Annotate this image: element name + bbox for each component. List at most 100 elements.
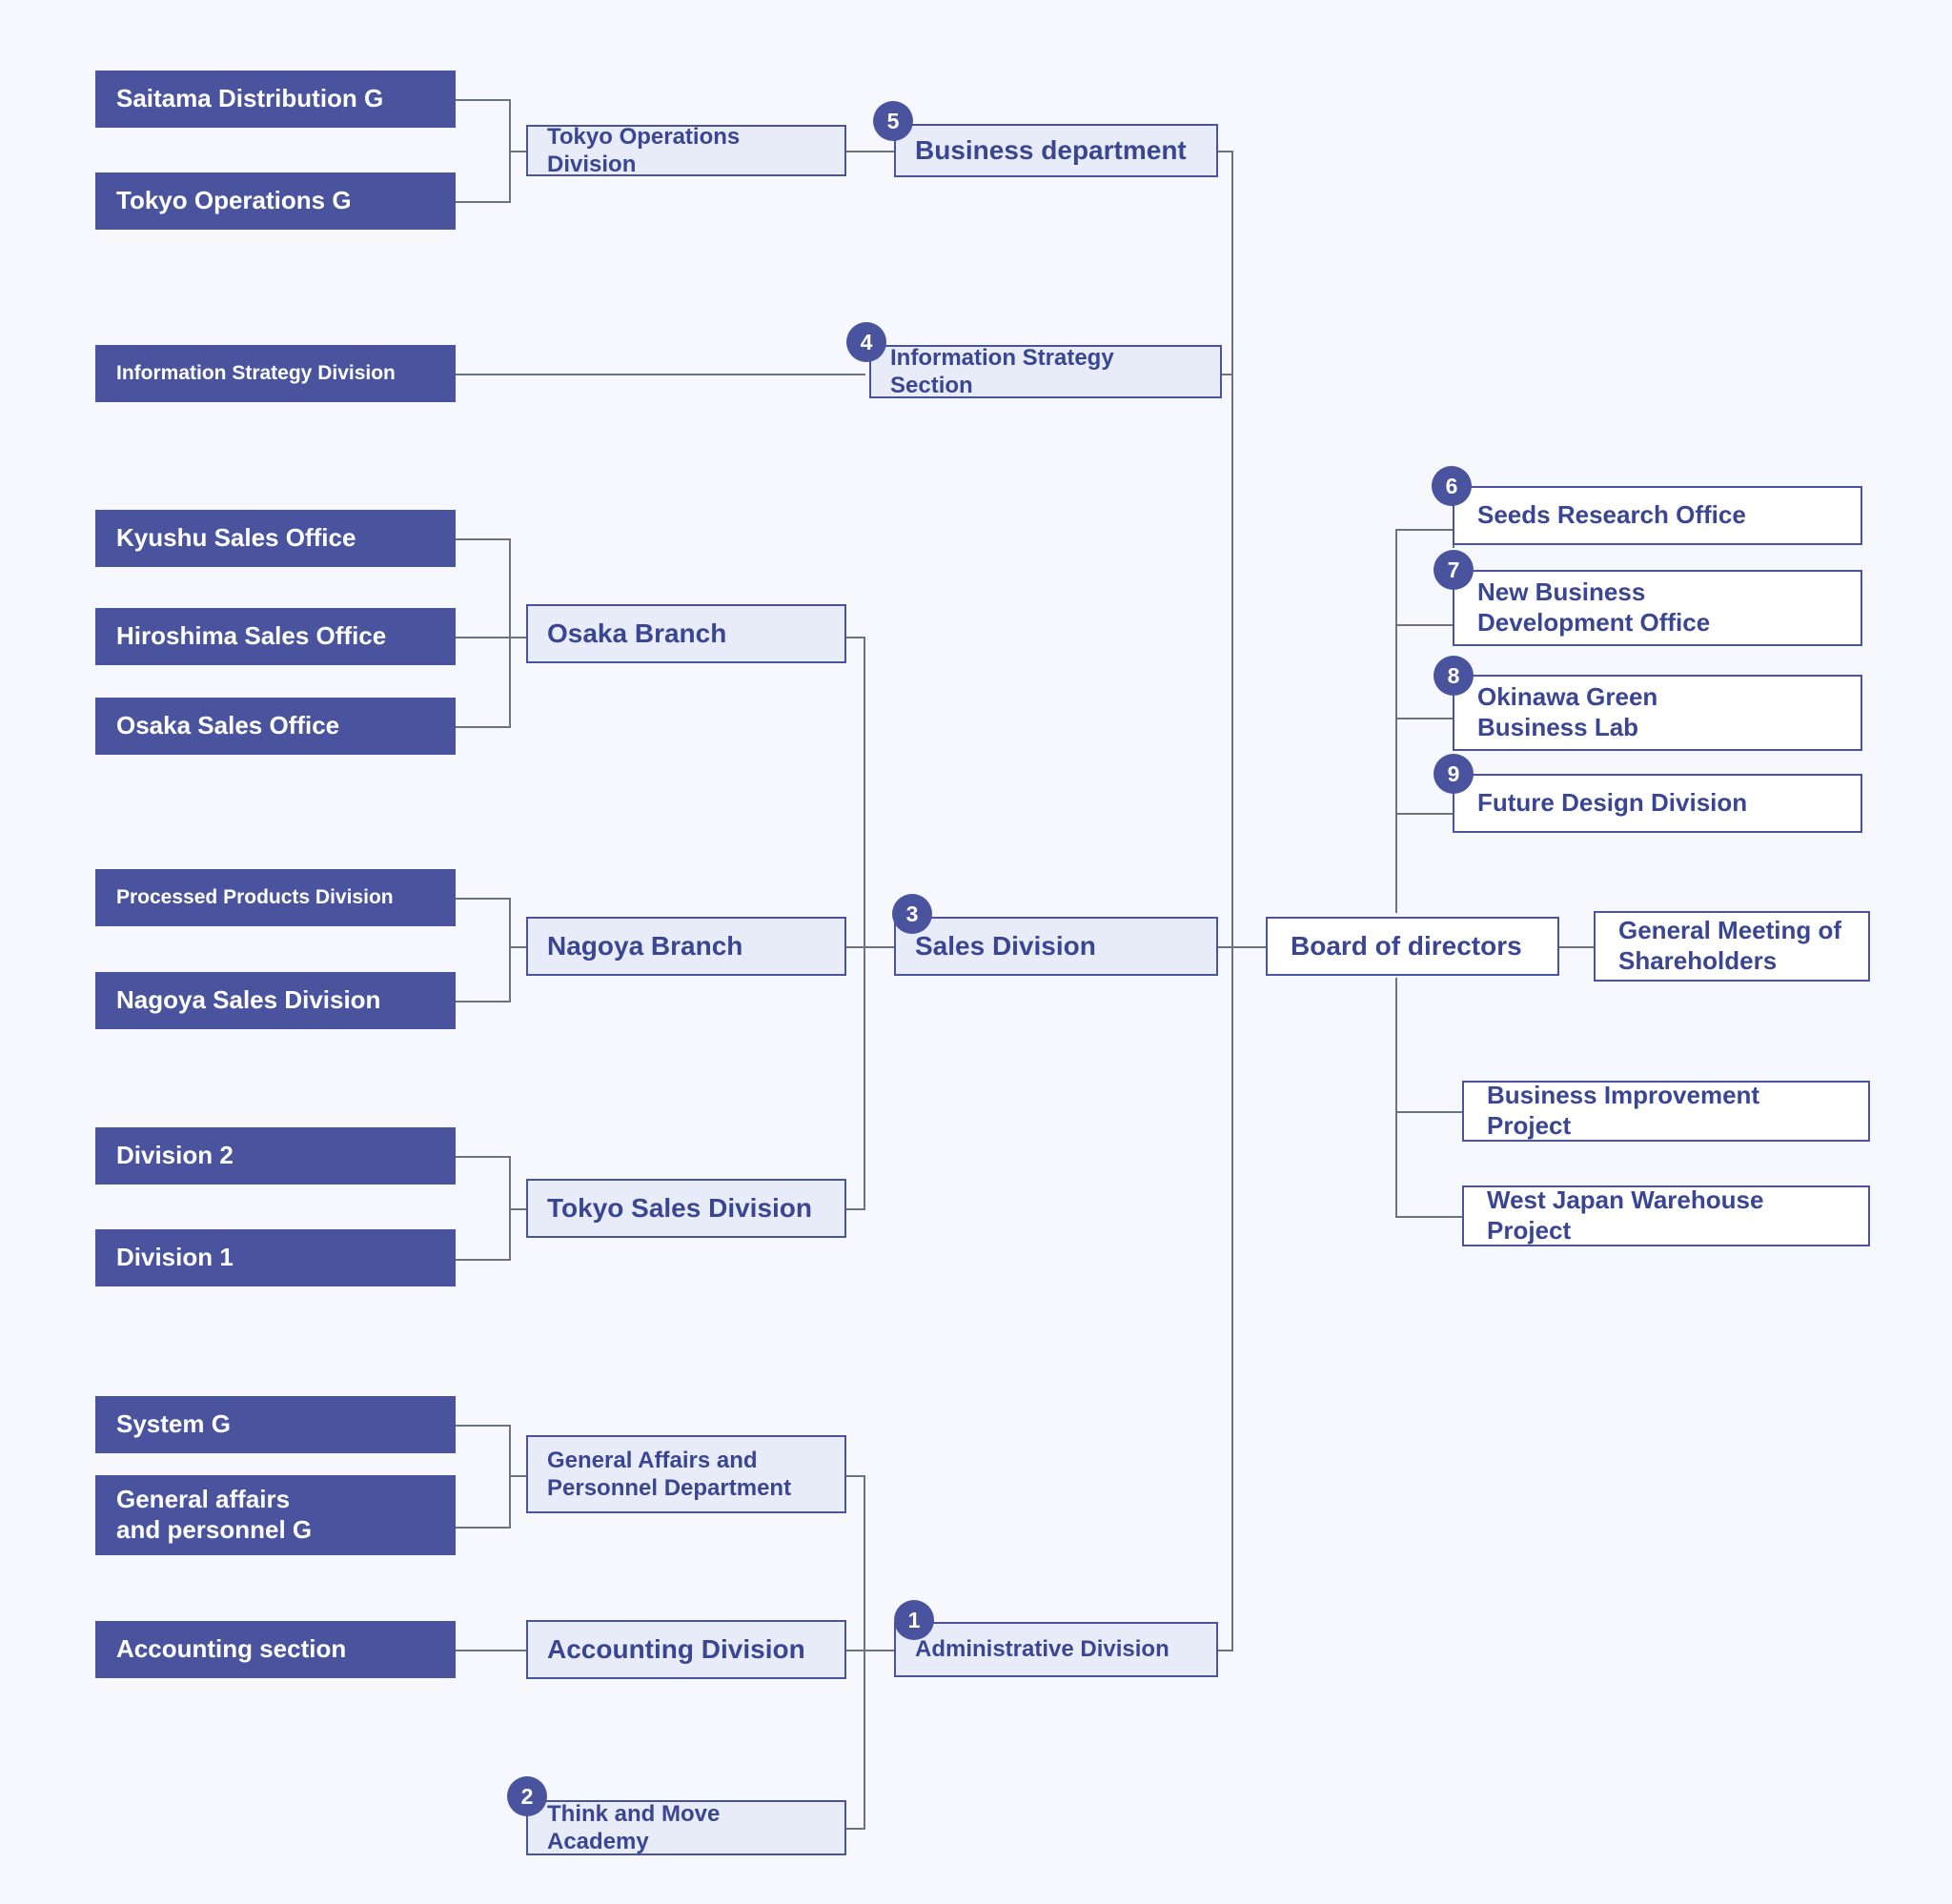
connector (864, 1475, 865, 1650)
node-label: Kyushu Sales Office (116, 523, 356, 553)
node-label: Business Improvement Project (1487, 1081, 1760, 1140)
node-label: Processed Products Division (116, 886, 394, 909)
node-processed-products-division[interactable]: Processed Products Division (95, 869, 456, 926)
node-label: New Business Development Office (1477, 577, 1711, 637)
connector (1395, 718, 1454, 719)
node-general-affairs-and-personnel-g[interactable]: General affairs and personnel G (95, 1475, 456, 1555)
node-administrative-division[interactable]: Administrative Division (894, 1622, 1218, 1677)
badge-number: 7 (1447, 557, 1460, 582)
node-tokyo-operations-g[interactable]: Tokyo Operations G (95, 172, 456, 230)
badge-new-business-development-office: 7 (1434, 550, 1474, 590)
connector (864, 946, 865, 1210)
node-division-2[interactable]: Division 2 (95, 1127, 456, 1185)
node-label: Administrative Division (915, 1636, 1169, 1663)
node-label: Accounting section (116, 1634, 347, 1664)
badge-information-strategy-section: 4 (846, 322, 886, 362)
node-business-improvement-project[interactable]: Business Improvement Project (1462, 1081, 1870, 1142)
node-general-affairs-and-personnel-department[interactable]: General Affairs and Personnel Department (526, 1435, 846, 1513)
connector (846, 946, 894, 948)
node-system-g[interactable]: System G (95, 1396, 456, 1453)
node-business-department[interactable]: Business department (894, 124, 1218, 177)
node-nagoya-branch[interactable]: Nagoya Branch (526, 917, 846, 976)
connector (456, 1650, 526, 1651)
badge-number: 4 (860, 329, 873, 354)
connector (456, 898, 509, 900)
connector (1395, 1111, 1464, 1113)
node-label: General Affairs and Personnel Department (547, 1447, 792, 1501)
node-label: Division 1 (116, 1243, 234, 1272)
connector (456, 1001, 509, 1003)
badge-future-design-division: 9 (1434, 754, 1474, 794)
badge-seeds-research-office: 6 (1432, 466, 1472, 506)
connector (456, 374, 865, 375)
connector (1395, 529, 1397, 913)
node-saitama-distribution-g[interactable]: Saitama Distribution G (95, 71, 456, 128)
connector (846, 1650, 894, 1651)
node-label: Board of directors (1291, 930, 1522, 961)
node-label: Seeds Research Office (1477, 500, 1746, 530)
node-think-and-move-academy[interactable]: Think and Move Academy (526, 1800, 846, 1855)
node-label: Tokyo Operations Division (547, 123, 741, 177)
node-information-strategy-division[interactable]: Information Strategy Division (95, 345, 456, 402)
connector (846, 637, 865, 638)
node-seeds-research-office[interactable]: Seeds Research Office (1453, 486, 1862, 545)
node-sales-division[interactable]: Sales Division (894, 917, 1218, 976)
connector (846, 1208, 865, 1210)
node-okinawa-green-business-lab[interactable]: Okinawa Green Business Lab (1453, 675, 1862, 751)
node-label: Information Strategy Division (116, 362, 396, 385)
node-label: Osaka Branch (547, 618, 727, 648)
connector (456, 726, 509, 728)
node-label: Accounting Division (547, 1633, 805, 1664)
node-accounting-section[interactable]: Accounting section (95, 1621, 456, 1678)
node-general-meeting-of-shareholders[interactable]: General Meeting of Shareholders (1594, 911, 1870, 982)
node-future-design-division[interactable]: Future Design Division (1453, 774, 1862, 833)
connector (456, 99, 509, 101)
badge-number: 5 (886, 108, 900, 133)
connector (1218, 946, 1266, 948)
node-label: Okinawa Green Business Lab (1477, 682, 1658, 741)
connector (1559, 946, 1594, 948)
connector (864, 1650, 865, 1830)
connector (1395, 529, 1454, 531)
connector (456, 538, 509, 540)
node-division-1[interactable]: Division 1 (95, 1229, 456, 1286)
node-label: Saitama Distribution G (116, 84, 384, 113)
connector (456, 1527, 509, 1529)
badge-business-department: 5 (873, 101, 913, 141)
badge-number: 6 (1445, 473, 1458, 498)
node-osaka-branch[interactable]: Osaka Branch (526, 604, 846, 663)
node-information-strategy-section[interactable]: Information Strategy Section (869, 345, 1222, 398)
badge-number: 3 (905, 901, 919, 926)
node-label: Nagoya Sales Division (116, 985, 381, 1015)
node-new-business-development-office[interactable]: New Business Development Office (1453, 570, 1862, 646)
connector (846, 1828, 865, 1830)
node-label: West Japan Warehouse Project (1487, 1185, 1764, 1245)
node-kyushu-sales-office[interactable]: Kyushu Sales Office (95, 510, 456, 567)
connector (456, 637, 526, 638)
node-label: General Meeting of Shareholders (1618, 916, 1842, 975)
node-osaka-sales-office[interactable]: Osaka Sales Office (95, 698, 456, 755)
node-label: Hiroshima Sales Office (116, 621, 387, 651)
node-label: Tokyo Operations G (116, 186, 352, 215)
node-nagoya-sales-division[interactable]: Nagoya Sales Division (95, 972, 456, 1029)
connector (1395, 624, 1454, 626)
node-label: Sales Division (915, 930, 1096, 961)
node-label: Think and Move Academy (547, 1800, 721, 1854)
node-tokyo-operations-division[interactable]: Tokyo Operations Division (526, 123, 846, 177)
node-label: Future Design Division (1477, 788, 1748, 818)
connector (846, 1475, 865, 1477)
badge-number: 8 (1447, 662, 1460, 688)
main-trunk-connector (1231, 151, 1233, 1651)
node-west-japan-warehouse-project[interactable]: West Japan Warehouse Project (1462, 1185, 1870, 1246)
connector (864, 637, 865, 946)
node-label: Nagoya Branch (547, 930, 743, 961)
connector (509, 946, 526, 948)
connector (456, 201, 509, 203)
node-tokyo-sales-division[interactable]: Tokyo Sales Division (526, 1179, 846, 1238)
node-accounting-division[interactable]: Accounting Division (526, 1620, 846, 1679)
badge-number: 2 (520, 1783, 534, 1809)
badge-okinawa-green-business-lab: 8 (1434, 656, 1474, 696)
node-board-of-directors[interactable]: Board of directors (1266, 917, 1559, 976)
node-hiroshima-sales-office[interactable]: Hiroshima Sales Office (95, 608, 456, 665)
node-label: General affairs and personnel G (116, 1485, 313, 1544)
